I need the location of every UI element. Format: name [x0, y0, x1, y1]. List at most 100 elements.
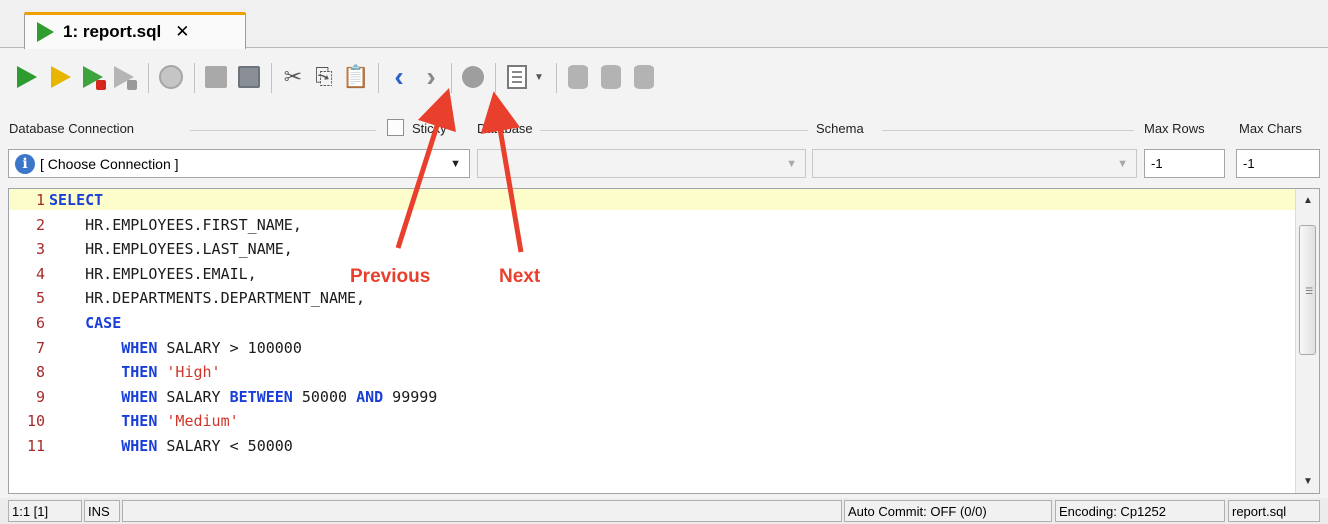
tab-title: 1: report.sql	[63, 22, 162, 41]
separator	[194, 63, 195, 93]
max-rows-input[interactable]: -1	[1144, 149, 1225, 178]
sticky-label: Sticky	[412, 121, 447, 136]
code-line[interactable]: 2 HR.EMPLOYEES.FIRST_NAME,	[9, 214, 1295, 236]
run-button[interactable]	[14, 64, 40, 90]
code-text: HR.DEPARTMENTS.DEPARTMENT_NAME,	[49, 289, 366, 308]
play-icon	[17, 66, 37, 88]
separator	[271, 63, 272, 93]
code-text: WHEN SALARY < 50000	[121, 437, 293, 455]
separator	[451, 63, 452, 93]
line-number: 2	[35, 215, 45, 234]
chevron-left-icon: ‹	[394, 61, 404, 92]
code-line[interactable]: 10 THEN 'Medium'	[9, 410, 1295, 432]
vertical-scrollbar[interactable]: ▲ ☰ ▼	[1295, 189, 1319, 493]
code-text: HR.EMPLOYEES.FIRST_NAME,	[49, 215, 302, 234]
gear-icon	[462, 66, 484, 88]
connection-value: [ Choose Connection ]	[40, 156, 179, 172]
sticky-checkbox[interactable]	[387, 119, 404, 136]
info-icon: i	[15, 154, 35, 174]
save-button[interactable]	[203, 64, 229, 90]
code-text: CASE	[85, 314, 122, 332]
code-text: WHEN SALARY BETWEEN 50000 AND 99999	[121, 387, 438, 406]
scroll-thumb[interactable]: ☰	[1299, 225, 1316, 355]
code-line[interactable]: 4 HR.EMPLOYEES.EMAIL,	[9, 263, 1295, 285]
line-number: 10	[26, 412, 45, 431]
line-number: 4	[35, 264, 45, 283]
separator	[495, 63, 496, 93]
stop-icon	[159, 65, 183, 89]
line-number: 7	[35, 338, 45, 357]
schema-select[interactable]: ▼	[812, 149, 1137, 178]
next-button[interactable]: ›	[418, 61, 444, 92]
code-text: HR.EMPLOYEES.EMAIL,	[49, 264, 257, 283]
cut-button[interactable]: ✂	[280, 64, 306, 90]
chevron-down-icon: ▼	[1117, 158, 1128, 170]
database-select[interactable]: ▼	[477, 149, 806, 178]
run-statement-button[interactable]	[48, 64, 74, 90]
auto-commit-status[interactable]: Auto Commit: OFF (0/0)	[844, 500, 1052, 522]
rollback-button[interactable]	[598, 64, 624, 90]
document-icon	[507, 65, 527, 89]
execution-plan-button[interactable]	[460, 64, 486, 90]
save-icon	[205, 66, 227, 88]
commit-button[interactable]	[565, 64, 591, 90]
close-icon[interactable]: ✕	[175, 22, 189, 42]
code-line[interactable]: 7 WHEN SALARY > 100000	[9, 337, 1295, 359]
database-icon	[634, 65, 654, 89]
code-line[interactable]: 5 HR.DEPARTMENTS.DEPARTMENT_NAME,	[9, 287, 1295, 309]
previous-annotation: Previous	[350, 266, 431, 287]
previous-button[interactable]: ‹	[386, 61, 412, 92]
insert-mode: INS	[84, 500, 120, 522]
database-icon	[601, 65, 621, 89]
tab-strip: 1: report.sql ✕	[0, 0, 1328, 49]
line-number: 8	[35, 363, 45, 382]
play-yellow-icon	[51, 66, 71, 88]
disconnect-button[interactable]	[631, 64, 657, 90]
code-line[interactable]: 3 HR.EMPLOYEES.LAST_NAME,	[9, 238, 1295, 260]
run-disabled-button[interactable]	[111, 64, 137, 90]
copy-button[interactable]: ⎘	[311, 64, 337, 90]
code-line[interactable]: 9 WHEN SALARY BETWEEN 50000 AND 99999	[9, 386, 1295, 408]
code-text: WHEN SALARY > 100000	[121, 338, 302, 357]
paste-button[interactable]: 📋	[342, 64, 369, 90]
toolbar: ✂ ⎘ 📋 ‹ › ▼	[0, 49, 1328, 113]
connection-select[interactable]: i [ Choose Connection ] ▼	[8, 149, 470, 178]
code-line[interactable]: 1 SELECT	[9, 189, 1295, 211]
divider	[540, 130, 808, 131]
save-as-button[interactable]	[236, 64, 262, 90]
run-to-file-button[interactable]	[80, 64, 106, 90]
tab-report-sql[interactable]: 1: report.sql ✕	[24, 12, 246, 49]
format-dropdown[interactable]: ▼	[532, 64, 546, 90]
code-line[interactable]: 6 CASE	[9, 312, 1295, 334]
format-button[interactable]	[504, 64, 530, 90]
cursor-position: 1:1 [1]	[8, 500, 82, 522]
grip-icon: ☰	[1305, 286, 1314, 296]
line-number: 6	[35, 314, 45, 332]
code-line[interactable]: 8 THEN 'High'	[9, 361, 1295, 383]
separator	[378, 63, 379, 93]
database-connection-label: Database Connection	[9, 121, 135, 136]
stop-button[interactable]	[158, 64, 184, 90]
connection-inputs: i [ Choose Connection ] ▼ ▼ ▼ -1 -1	[0, 143, 1328, 183]
divider	[882, 130, 1134, 131]
separator	[556, 63, 557, 93]
line-number: 9	[35, 387, 45, 406]
connection-labels: Database Connection Sticky Database Sche…	[0, 113, 1328, 143]
status-message	[122, 500, 842, 522]
code-text: THEN 'High'	[121, 363, 221, 382]
max-chars-label: Max Chars	[1239, 121, 1302, 136]
database-icon	[568, 65, 588, 89]
badge-icon	[127, 80, 137, 90]
max-chars-input[interactable]: -1	[1236, 149, 1320, 178]
scroll-up-icon[interactable]: ▲	[1303, 195, 1313, 206]
chevron-right-icon: ›	[426, 61, 436, 92]
code-line[interactable]: 11 WHEN SALARY < 50000	[9, 435, 1295, 457]
sql-editor[interactable]: 1 SELECT 2 HR.EMPLOYEES.FIRST_NAME, 3 HR.EM…	[8, 188, 1320, 494]
line-number: 1	[35, 191, 45, 209]
record-icon	[96, 80, 106, 90]
database-label: Database	[477, 121, 533, 136]
next-annotation: Next	[499, 266, 541, 287]
max-rows-label: Max Rows	[1144, 121, 1205, 136]
scroll-down-icon[interactable]: ▼	[1303, 476, 1313, 487]
copy-icon: ⎘	[315, 64, 333, 89]
